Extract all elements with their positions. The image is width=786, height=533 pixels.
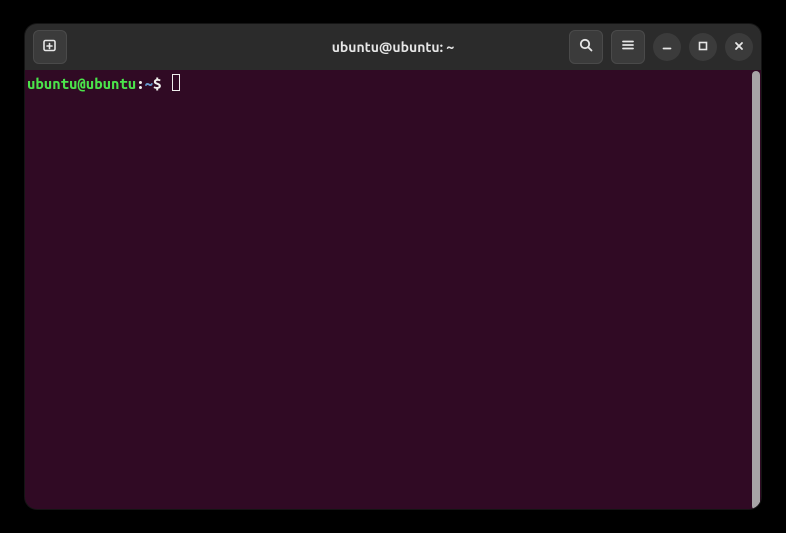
cursor bbox=[172, 74, 180, 91]
new-tab-icon bbox=[42, 37, 58, 57]
scrollbar-thumb[interactable] bbox=[752, 71, 760, 509]
close-icon bbox=[733, 38, 745, 56]
prompt-path: ~ bbox=[145, 75, 153, 92]
menu-button[interactable] bbox=[611, 30, 645, 64]
titlebar-left bbox=[33, 30, 67, 64]
scrollbar[interactable] bbox=[751, 70, 761, 509]
hamburger-icon bbox=[620, 37, 636, 57]
prompt-user-host: ubuntu@ubuntu bbox=[27, 75, 136, 92]
terminal-content: ubuntu@ubuntu:~$ bbox=[27, 74, 759, 505]
window-title: ubuntu@ubuntu: ~ bbox=[332, 39, 455, 55]
search-icon bbox=[578, 37, 594, 57]
prompt-symbol: $ bbox=[153, 75, 161, 92]
minimize-icon bbox=[661, 38, 673, 56]
close-button[interactable] bbox=[725, 33, 753, 61]
minimize-button[interactable] bbox=[653, 33, 681, 61]
prompt-colon: : bbox=[136, 75, 144, 92]
search-button[interactable] bbox=[569, 30, 603, 64]
terminal-area[interactable]: ubuntu@ubuntu:~$ bbox=[25, 70, 761, 509]
titlebar: ubuntu@ubuntu: ~ bbox=[25, 24, 761, 70]
titlebar-right bbox=[569, 30, 753, 64]
new-tab-button[interactable] bbox=[33, 30, 67, 64]
maximize-icon bbox=[697, 38, 709, 56]
terminal-window: ubuntu@ubuntu: ~ bbox=[25, 24, 761, 509]
maximize-button[interactable] bbox=[689, 33, 717, 61]
